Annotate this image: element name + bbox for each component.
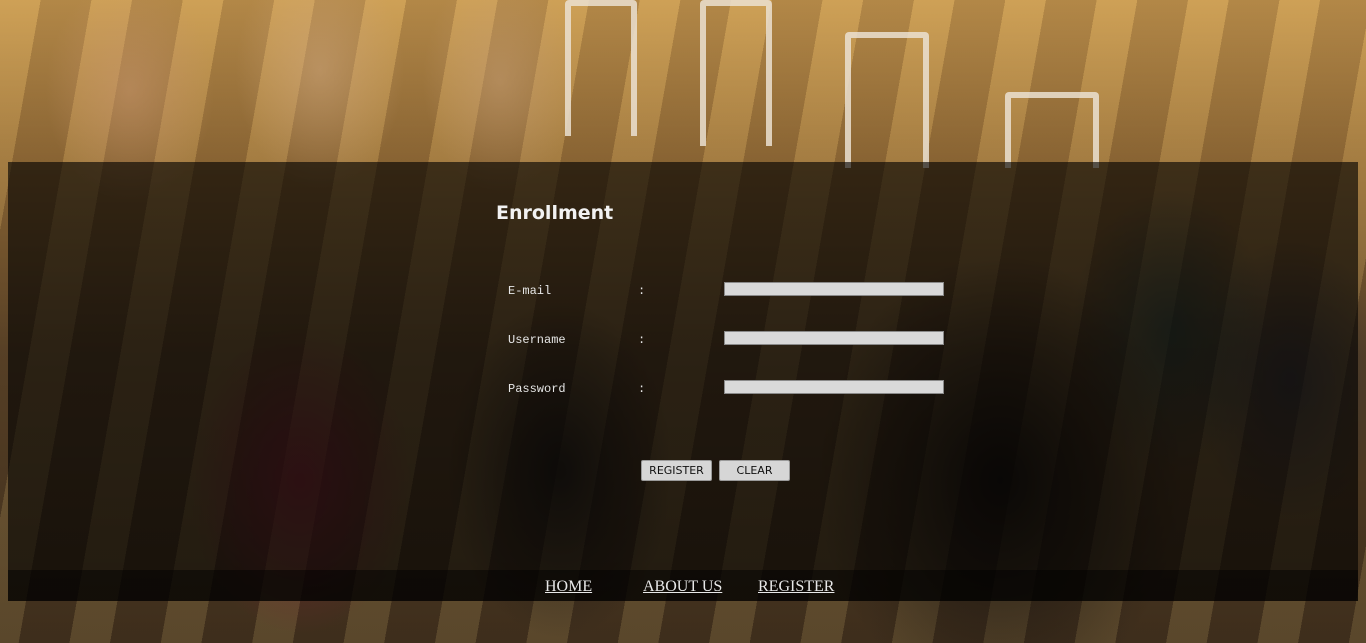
username-input[interactable] <box>724 331 944 345</box>
footer-nav: HOME ABOUT US REGISTER <box>8 570 1358 601</box>
nav-link-home[interactable]: HOME <box>545 578 592 596</box>
background-chair <box>845 32 929 168</box>
password-input[interactable] <box>724 380 944 394</box>
password-label: Password <box>508 382 566 396</box>
email-colon: : <box>638 284 646 298</box>
clear-button[interactable]: CLEAR <box>719 460 790 481</box>
background-chair <box>565 0 637 136</box>
email-input[interactable] <box>724 282 944 296</box>
password-colon: : <box>638 382 646 396</box>
password-row: Password : <box>508 380 948 399</box>
background-chair <box>700 0 772 146</box>
username-label: Username <box>508 333 566 347</box>
username-row: Username : <box>508 331 948 350</box>
register-button[interactable]: REGISTER <box>641 460 712 481</box>
email-label: E-mail <box>508 284 552 298</box>
background-chair <box>1005 92 1099 168</box>
form-title: Enrollment <box>496 202 614 224</box>
username-colon: : <box>638 333 646 347</box>
email-row: E-mail : <box>508 282 948 301</box>
nav-link-about-us[interactable]: ABOUT US <box>643 578 722 596</box>
nav-link-register[interactable]: REGISTER <box>758 578 834 596</box>
